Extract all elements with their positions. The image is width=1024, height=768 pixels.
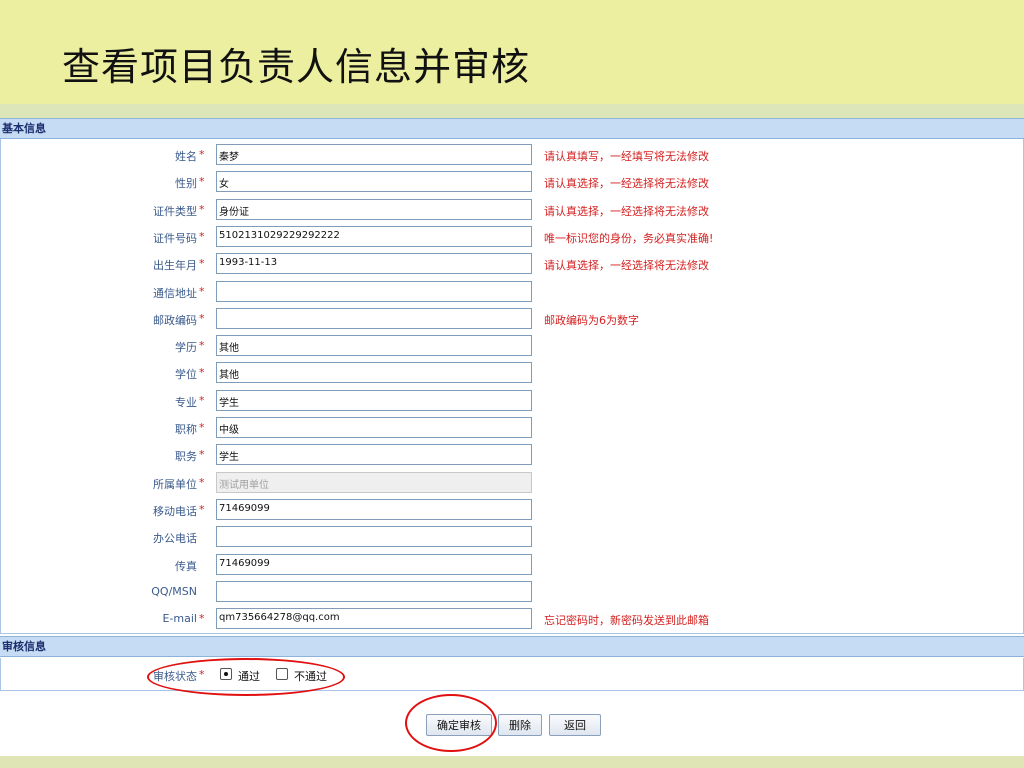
field-input[interactable]: 1993-11-13 <box>216 253 532 275</box>
field-input[interactable] <box>216 280 532 302</box>
field-input[interactable]: 女 <box>216 171 532 193</box>
required-mark: * <box>199 339 205 353</box>
field-label: 学历 <box>175 341 197 355</box>
required-mark: * <box>199 366 205 380</box>
field-label: 证件号码 <box>153 231 197 245</box>
field-row: 移动电话 * 71469099 <box>1 498 1023 523</box>
required-mark: * <box>199 229 205 243</box>
field-label: 职称 <box>175 423 197 436</box>
required-mark: * <box>199 311 205 325</box>
field-hint: 请认真填写，一经填写将无法修改 <box>544 150 709 163</box>
bottom-strip <box>0 756 1024 768</box>
field-input[interactable]: 身份证 <box>216 198 532 220</box>
field-label: 专业 <box>175 395 197 409</box>
field-label: QQ/MSN <box>151 584 197 598</box>
required-mark: * <box>199 257 205 271</box>
field-label: 出生年月 <box>153 259 197 273</box>
field-row: 传真 71469099 <box>1 553 1023 578</box>
field-label: 通信地址 <box>153 286 197 300</box>
field-label: 所属单位 <box>153 477 197 491</box>
field-row: 所属单位 * 测试用单位 <box>1 471 1023 496</box>
field-row: 通信地址 * <box>1 280 1023 305</box>
required-mark: * <box>199 421 205 434</box>
required-mark: * <box>199 148 205 161</box>
field-label: 姓名 <box>175 150 197 163</box>
field-label: 办公电话 <box>153 532 197 546</box>
field-row: 出生年月 * 1993-11-13 请认真选择，一经选择将无法修改 <box>1 252 1023 277</box>
field-row: 邮政编码 * 邮政编码为6为数字 <box>1 307 1023 332</box>
field-label: 移动电话 <box>153 504 197 518</box>
field-input[interactable]: 学生 <box>216 444 532 466</box>
delete-button[interactable]: 删除 <box>498 714 542 736</box>
required-mark: * <box>199 612 205 626</box>
field-label: 传真 <box>175 559 197 573</box>
field-label: 证件类型 <box>153 204 197 218</box>
field-input[interactable]: 中级 <box>216 417 532 438</box>
required-mark: * <box>199 202 205 216</box>
field-row: 学历 * 其他 <box>1 334 1023 359</box>
field-row: E-mail * qm735664278@qq.com 忘记密码时，新密码发送到此邮箱 <box>1 607 1023 632</box>
field-input[interactable]: 学生 <box>216 389 532 411</box>
field-row: 性别 * 女请认真选择，一经选择将无法修改 <box>1 170 1023 195</box>
field-hint: 请认真选择，一经选择将无法修改 <box>544 259 709 273</box>
slide-header: 查看项目负责人信息并审核 <box>0 0 1024 104</box>
field-input[interactable] <box>216 526 532 548</box>
required-mark: * <box>199 448 205 462</box>
basic-info-section-title: 基本信息 <box>0 118 1024 139</box>
field-input[interactable]: 5102131029229292222 <box>216 225 532 247</box>
field-row: 姓名 * 秦梦 请认真填写，一经填写将无法修改 <box>1 143 1023 168</box>
audit-status-highlight-circle <box>147 658 345 696</box>
field-row: 证件号码 * 5102131029229292222 唯一标识您的身份，务必真实准确! <box>1 225 1023 250</box>
field-input[interactable]: 71469099 <box>216 553 532 575</box>
field-row: 学位 * 其他 <box>1 361 1023 386</box>
required-mark: * <box>199 502 205 516</box>
back-button[interactable]: 返回 <box>549 714 601 736</box>
field-label: 学位 <box>175 368 197 382</box>
required-mark: * <box>199 393 205 407</box>
field-input[interactable]: 其他 <box>216 335 532 357</box>
field-label: 性别 <box>175 177 197 191</box>
field-row: 办公电话 <box>1 525 1023 550</box>
field-hint: 忘记密码时，新密码发送到此邮箱 <box>544 614 709 628</box>
field-row: 专业 * 学生 <box>1 389 1023 414</box>
field-input[interactable]: 秦梦 <box>216 144 532 165</box>
field-label: 邮政编码 <box>153 313 197 327</box>
required-mark: * <box>199 475 205 489</box>
field-input[interactable]: 其他 <box>216 362 532 384</box>
field-row: 职务 * 学生 <box>1 443 1023 468</box>
field-input[interactable] <box>216 307 532 329</box>
field-input: 测试用单位 <box>216 471 532 493</box>
header-strip <box>0 104 1024 118</box>
field-input[interactable]: qm735664278@qq.com <box>216 608 532 630</box>
field-hint: 邮政编码为6为数字 <box>544 313 639 327</box>
slide-title: 查看项目负责人信息并审核 <box>62 45 531 89</box>
required-mark: * <box>199 175 205 189</box>
confirm-button-highlight-circle <box>405 694 497 752</box>
field-input[interactable]: 71469099 <box>216 498 532 520</box>
field-input[interactable] <box>216 580 532 602</box>
field-row: 证件类型 * 身份证 请认真选择，一经选择将无法修改 <box>1 198 1023 223</box>
field-hint: 请认真选择，一经选择将无法修改 <box>544 204 709 218</box>
basic-info-form: 姓名 * 秦梦 请认真填写，一经填写将无法修改 性别 * 女请认真选择，一经选择将无法修改证… <box>0 139 1024 634</box>
field-label: E-mail <box>162 612 198 626</box>
required-mark: * <box>199 284 205 298</box>
form-panel: 基本信息 姓名 * 秦梦 请认真填写，一经填写将无法修改 性别 * 女请认真选择，一经选择将… <box>0 118 1024 758</box>
field-row: QQ/MSN <box>1 580 1023 605</box>
field-hint: 请认真选择，一经选择将无法修改 <box>544 177 709 191</box>
field-row: 职称 * 中级 <box>1 416 1023 441</box>
audit-info-section-title: 审核信息 <box>0 636 1024 657</box>
field-label: 职务 <box>175 450 197 464</box>
field-hint: 唯一标识您的身份，务必真实准确! <box>544 231 714 245</box>
